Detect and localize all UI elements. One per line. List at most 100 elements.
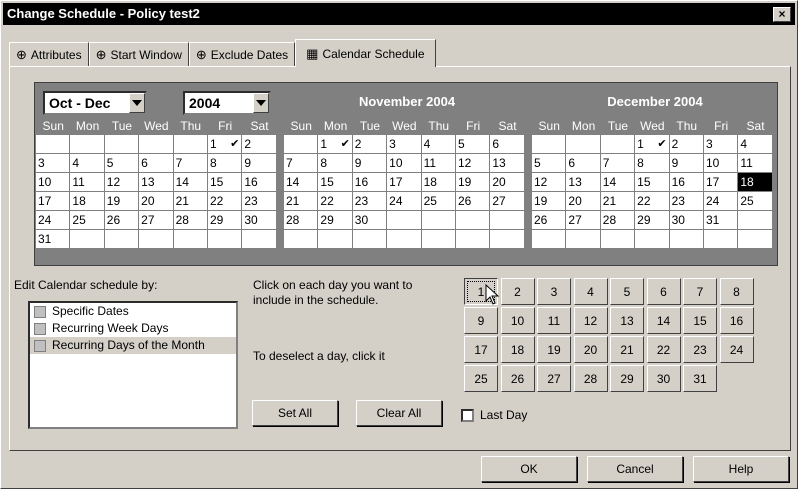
calendar-day-cell[interactable]: 15 xyxy=(207,173,243,192)
day-button[interactable]: 8 xyxy=(719,278,754,305)
calendar-day-cell[interactable]: 27 xyxy=(566,211,601,230)
chevron-down-icon[interactable] xyxy=(253,93,269,113)
calendar-day-cell[interactable]: 17 xyxy=(703,173,739,192)
clear-all-button[interactable]: Clear All xyxy=(356,400,442,426)
calendar-day-cell[interactable]: 17 xyxy=(36,192,71,211)
calendar-day-cell[interactable]: 30 xyxy=(352,211,388,230)
day-button[interactable]: 10 xyxy=(500,307,535,334)
calendar-day-cell[interactable]: 2 xyxy=(352,135,388,154)
day-button[interactable]: 20 xyxy=(573,336,608,363)
calendar-day-cell[interactable]: 9 xyxy=(352,154,388,173)
calendar-day-cell[interactable]: 10 xyxy=(36,173,71,192)
calendar-day-cell[interactable]: 11 xyxy=(70,173,105,192)
day-button[interactable]: 9 xyxy=(464,307,498,334)
calendar-day-cell[interactable]: 25 xyxy=(70,211,105,230)
calendar-day-cell[interactable]: 11 xyxy=(738,154,773,173)
calendar-day-cell[interactable]: 20 xyxy=(566,192,601,211)
day-button[interactable]: 30 xyxy=(646,365,681,392)
calendar-day-cell[interactable]: 31 xyxy=(703,211,739,230)
day-button[interactable]: 17 xyxy=(464,336,498,363)
calendar-day-cell[interactable]: 12 xyxy=(532,173,567,192)
day-button[interactable]: 18 xyxy=(500,336,535,363)
ok-button[interactable]: OK xyxy=(481,456,577,482)
day-button[interactable]: 22 xyxy=(646,336,681,363)
set-all-button[interactable]: Set All xyxy=(252,400,338,426)
calendar-day-cell[interactable]: 15 xyxy=(318,173,353,192)
calendar-day-cell[interactable]: 19 xyxy=(455,173,491,192)
close-button[interactable]: × xyxy=(773,7,791,22)
checkbox-box[interactable] xyxy=(461,408,474,422)
calendar-day-cell[interactable]: 2 xyxy=(669,135,704,154)
calendar-day-cell[interactable]: 13 xyxy=(566,173,601,192)
calendar-day-cell[interactable]: 14 xyxy=(600,173,636,192)
day-button[interactable]: 21 xyxy=(610,336,644,363)
calendar-day-cell[interactable]: 26 xyxy=(455,192,491,211)
calendar-day-cell[interactable]: 28 xyxy=(600,211,636,230)
calendar-day-cell[interactable]: 4 xyxy=(70,154,105,173)
calendar-day-cell[interactable]: 9 xyxy=(242,154,277,173)
day-button[interactable]: 23 xyxy=(683,336,717,363)
calendar-day-cell[interactable]: 23 xyxy=(352,192,388,211)
day-button[interactable]: 31 xyxy=(683,365,717,392)
calendar-day-cell[interactable]: 13 xyxy=(490,154,525,173)
calendar-day-cell[interactable]: 24 xyxy=(387,192,422,211)
day-button[interactable]: 19 xyxy=(537,336,571,363)
day-button[interactable]: 6 xyxy=(646,278,681,305)
calendar-day-cell[interactable]: 22 xyxy=(318,192,353,211)
calendar-day-cell[interactable]: 23 xyxy=(242,192,277,211)
calendar-day-cell[interactable]: 22 xyxy=(635,192,670,211)
calendar-day-cell[interactable]: 14 xyxy=(173,173,208,192)
calendar-day-cell[interactable]: 27 xyxy=(139,211,174,230)
calendar-day-cell[interactable]: 1 ✔ xyxy=(318,135,353,154)
calendar-day-cell[interactable]: 26 xyxy=(104,211,140,230)
list-item[interactable]: Recurring Days of the Month xyxy=(30,337,236,354)
day-button[interactable]: 14 xyxy=(646,307,681,334)
day-button[interactable]: 28 xyxy=(573,365,608,392)
calendar-day-cell[interactable]: 18 xyxy=(70,192,105,211)
calendar-day-cell[interactable]: 7 xyxy=(284,154,319,173)
calendar-day-cell[interactable]: 31 xyxy=(36,230,71,249)
day-button[interactable]: 5 xyxy=(610,278,644,305)
calendar-day-cell[interactable]: 3 xyxy=(387,135,422,154)
calendar-day-cell[interactable]: 3 xyxy=(703,135,739,154)
calendar-day-cell[interactable]: 6 xyxy=(490,135,525,154)
calendar-day-cell[interactable]: 27 xyxy=(490,192,525,211)
tab-calendar-schedule[interactable]: ▦ Calendar Schedule xyxy=(295,39,436,67)
calendar-day-cell[interactable]: 28 xyxy=(173,211,208,230)
calendar-day-cell[interactable]: 20 xyxy=(139,192,174,211)
edit-by-list[interactable]: Specific Dates Recurring Week Days Recurri… xyxy=(28,301,238,429)
day-button[interactable]: 3 xyxy=(537,278,571,305)
calendar-day-cell[interactable]: 21 xyxy=(284,192,319,211)
calendar-day-cell[interactable]: 25 xyxy=(421,192,456,211)
calendar-day-cell[interactable]: 17 xyxy=(387,173,422,192)
calendar-day-cell[interactable]: 3 xyxy=(36,154,71,173)
calendar-day-cell[interactable]: 28 xyxy=(284,211,319,230)
calendar-day-cell[interactable]: 8 xyxy=(207,154,243,173)
calendar-day-cell[interactable]: 29 xyxy=(318,211,353,230)
calendar-day-cell[interactable]: 1 ✔ xyxy=(635,135,670,154)
day-button[interactable]: 7 xyxy=(683,278,717,305)
list-item[interactable]: Recurring Week Days xyxy=(30,320,236,337)
calendar-day-cell[interactable]: 4 xyxy=(738,135,773,154)
calendar-day-cell[interactable]: 18 xyxy=(738,173,773,192)
day-button[interactable]: 2 xyxy=(500,278,535,305)
calendar-day-cell[interactable]: 5 xyxy=(532,154,567,173)
calendar-day-cell[interactable]: 25 xyxy=(738,192,773,211)
calendar-day-cell[interactable]: 12 xyxy=(455,154,491,173)
calendar-day-cell[interactable]: 6 xyxy=(566,154,601,173)
calendar-day-cell[interactable]: 8 xyxy=(635,154,670,173)
calendar-day-cell[interactable]: 21 xyxy=(600,192,636,211)
calendar-day-cell[interactable]: 30 xyxy=(669,211,704,230)
calendar-day-cell[interactable]: 15 xyxy=(635,173,670,192)
calendar-day-cell[interactable]: 4 xyxy=(421,135,456,154)
chevron-down-icon[interactable] xyxy=(129,93,145,113)
day-button[interactable]: 13 xyxy=(610,307,644,334)
calendar-day-cell[interactable]: 13 xyxy=(139,173,174,192)
calendar-day-cell[interactable]: 24 xyxy=(703,192,739,211)
tab-start-window[interactable]: ⊕ Start Window xyxy=(88,42,189,67)
calendar-day-cell[interactable]: 16 xyxy=(352,173,388,192)
calendar-day-cell[interactable]: 16 xyxy=(669,173,704,192)
day-button[interactable]: 12 xyxy=(573,307,608,334)
day-button[interactable]: 25 xyxy=(464,365,498,392)
calendar-day-cell[interactable]: 18 xyxy=(421,173,456,192)
